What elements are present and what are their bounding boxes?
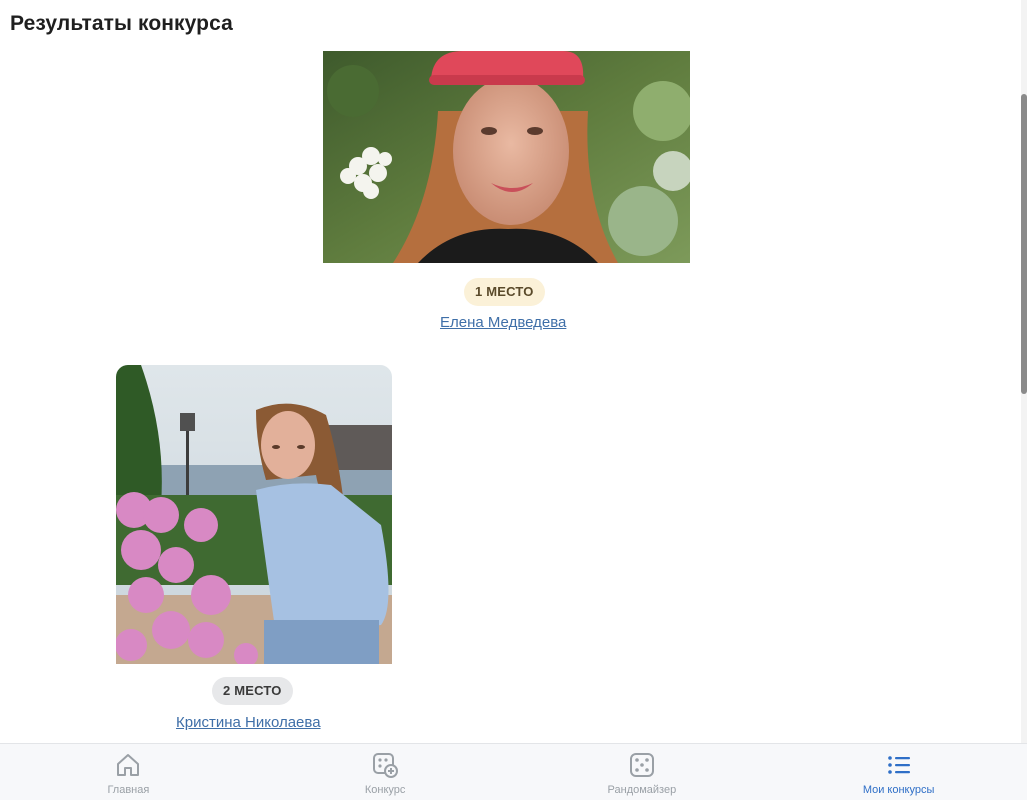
home-icon	[117, 754, 140, 776]
contest-results-page: Результаты конкурса 1 МЕСТО Елена Медвед…	[0, 0, 1027, 800]
page-title: Результаты конкурса	[10, 12, 233, 35]
winner-2-photo[interactable]	[116, 365, 392, 664]
nav-item-contest[interactable]: Конкурс	[257, 744, 514, 800]
scrollbar-thumb[interactable]	[1021, 94, 1027, 394]
nav-item-home[interactable]: Главная	[0, 744, 257, 800]
nav-item-randomizer[interactable]: Рандомайзер	[514, 744, 771, 800]
winner-2-name-link[interactable]: Кристина Николаева	[176, 714, 321, 731]
place-badge-2: 2 место	[212, 677, 293, 705]
nav-label-my-contests: Мои конкурсы	[862, 784, 935, 796]
bottom-nav: Главная Конкурс Рандомайзер Мои конкурсы	[0, 743, 1027, 800]
list-icon	[887, 756, 910, 774]
winner-1-photo[interactable]	[323, 51, 690, 263]
dice-icon	[629, 753, 654, 777]
nav-item-my-contests[interactable]: Мои конкурсы	[770, 744, 1027, 800]
place-badge-1: 1 место	[464, 278, 545, 306]
winner-1-name-link[interactable]: Елена Медведева	[440, 314, 566, 331]
nav-label-home: Главная	[107, 784, 150, 796]
nav-label-randomizer: Рандомайзер	[607, 784, 677, 796]
nav-label-contest: Конкурс	[364, 784, 406, 796]
contest-add-icon	[373, 753, 399, 778]
